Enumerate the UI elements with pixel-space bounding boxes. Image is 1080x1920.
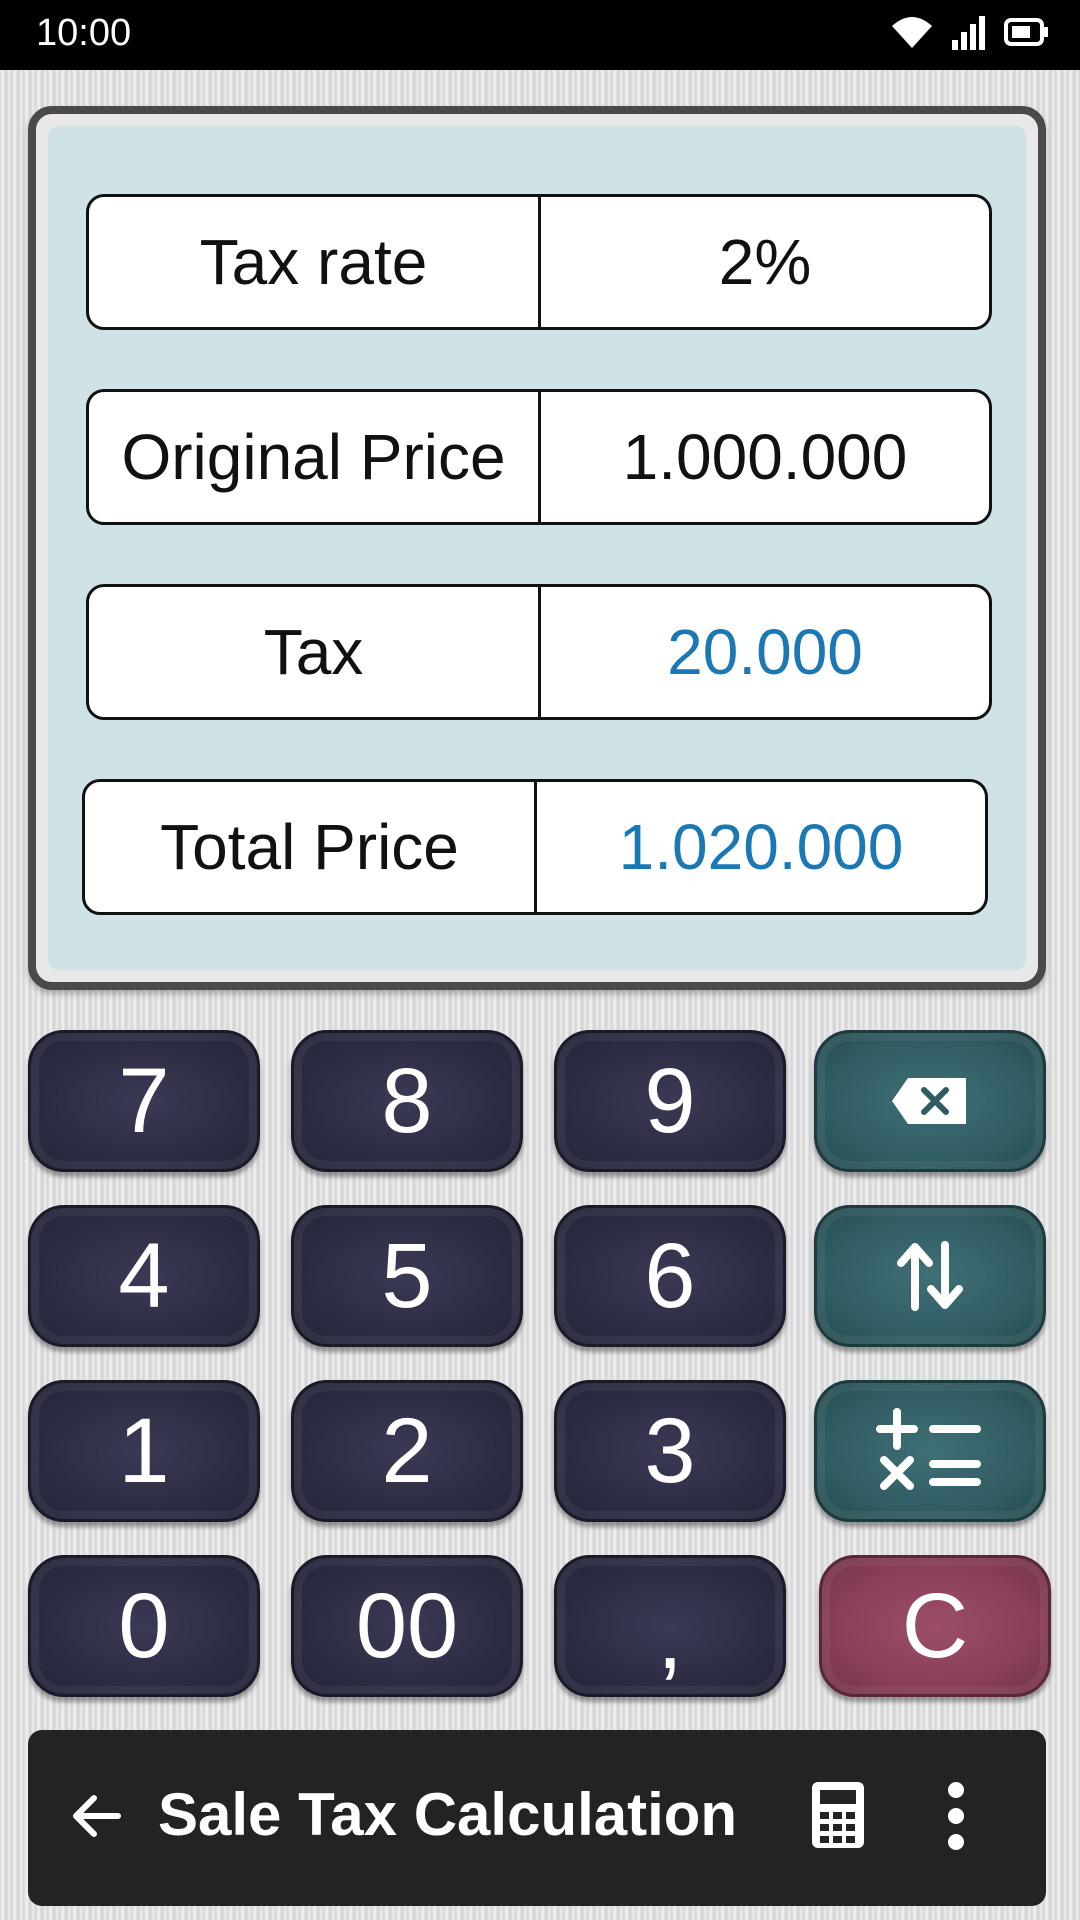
key-6[interactable]: 6 <box>554 1205 786 1347</box>
key-7[interactable]: 7 <box>28 1030 260 1172</box>
signal-icon <box>952 14 986 50</box>
swap-button[interactable] <box>814 1205 1046 1347</box>
backspace-icon <box>890 1076 970 1126</box>
key-5[interactable]: 5 <box>291 1205 523 1347</box>
key-1[interactable]: 1 <box>28 1380 260 1522</box>
app-title: Sale Tax Calculation <box>158 1781 738 1848</box>
key-8[interactable]: 8 <box>291 1030 523 1172</box>
original-price-label: Original Price <box>89 392 541 522</box>
backspace-button[interactable] <box>814 1030 1046 1172</box>
more-vert-icon[interactable] <box>944 1780 968 1857</box>
key-0[interactable]: 0 <box>28 1555 260 1697</box>
key-9[interactable]: 9 <box>554 1030 786 1172</box>
total-price-label: Total Price <box>85 782 537 912</box>
status-time: 10:00 <box>36 12 132 54</box>
display-panel: Tax rate 2% Original Price 1.000.000 Tax… <box>28 106 1046 990</box>
wifi-icon <box>890 14 934 50</box>
key-4[interactable]: 4 <box>28 1205 260 1347</box>
swap-arrows-icon <box>895 1241 965 1311</box>
calculator-icon[interactable] <box>810 1780 866 1855</box>
operators-button[interactable] <box>814 1380 1046 1522</box>
status-icons <box>890 14 1050 50</box>
key-comma[interactable]: , <box>554 1555 786 1697</box>
status-bar: 10:00 <box>0 0 1080 70</box>
original-price-row[interactable]: Original Price 1.000.000 <box>86 389 992 525</box>
battery-icon <box>1004 17 1050 47</box>
back-arrow-icon[interactable] <box>68 1788 124 1849</box>
tax-value: 20.000 <box>667 616 863 688</box>
tax-label: Tax <box>89 587 541 717</box>
display-inner: Tax rate 2% Original Price 1.000.000 Tax… <box>48 126 1026 970</box>
key-2[interactable]: 2 <box>291 1380 523 1522</box>
tax-rate-value[interactable]: 2% <box>541 197 989 327</box>
total-price-value: 1.020.000 <box>618 811 904 883</box>
operators-icon <box>875 1406 985 1496</box>
app-bar: Sale Tax Calculation <box>28 1730 1046 1906</box>
tax-row: Tax 20.000 <box>86 584 992 720</box>
total-price-row: Total Price 1.020.000 <box>82 779 988 915</box>
original-price-value[interactable]: 1.000.000 <box>541 392 989 522</box>
key-00[interactable]: 00 <box>291 1555 523 1697</box>
key-3[interactable]: 3 <box>554 1380 786 1522</box>
tax-rate-label: Tax rate <box>89 197 541 327</box>
clear-button[interactable]: C <box>819 1555 1051 1697</box>
tax-rate-row[interactable]: Tax rate 2% <box>86 194 992 330</box>
